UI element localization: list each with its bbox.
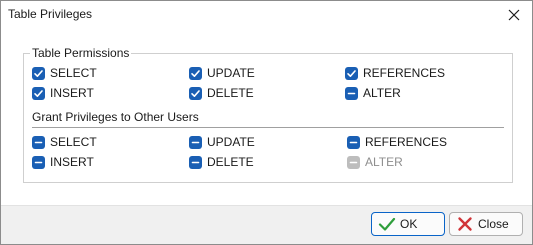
close-label: Close xyxy=(478,217,509,231)
checkmark-icon xyxy=(378,215,396,233)
grant-alter-checkbox: ALTER xyxy=(347,154,403,170)
grant-select-label: SELECT xyxy=(50,135,97,149)
checkbox-checked-icon xyxy=(189,86,202,100)
grant-insert-checkbox[interactable]: INSERT xyxy=(32,154,94,170)
grant-delete-label: DELETE xyxy=(207,155,254,169)
grant-update-label: UPDATE xyxy=(207,135,255,149)
ok-label: OK xyxy=(400,217,418,231)
grant-privileges-title: Grant Privileges to Other Users xyxy=(30,110,201,124)
grant-references-label: REFERENCES xyxy=(365,135,448,149)
perm-delete-label: DELETE xyxy=(207,86,254,100)
perm-references-label: REFERENCES xyxy=(363,66,446,80)
table-privileges-dialog: Table Privileges Table Permissions SELEC… xyxy=(0,0,533,245)
grant-insert-label: INSERT xyxy=(50,155,94,169)
grant-references-checkbox[interactable]: REFERENCES xyxy=(347,134,447,150)
perm-update-label: UPDATE xyxy=(207,66,255,80)
table-permissions-title: Table Permissions xyxy=(30,46,132,60)
dialog-footer: OK Close xyxy=(1,205,532,244)
perm-alter-checkbox[interactable]: ALTER xyxy=(345,85,401,101)
checkbox-checked-icon xyxy=(32,86,45,100)
title-bar: Table Privileges xyxy=(1,1,532,31)
close-window-icon[interactable] xyxy=(504,5,524,25)
grant-update-checkbox[interactable]: UPDATE xyxy=(189,134,255,150)
perm-insert-label: INSERT xyxy=(50,86,94,100)
permissions-group: Table Permissions SELECT UPDATE REFERENC… xyxy=(23,46,513,183)
checkbox-disabled-indeterminate-icon xyxy=(347,155,360,169)
checkbox-indeterminate-icon xyxy=(189,155,202,169)
red-x-icon xyxy=(456,215,474,233)
grant-delete-checkbox[interactable]: DELETE xyxy=(189,154,254,170)
checkbox-indeterminate-icon xyxy=(347,135,360,149)
perm-select-checkbox[interactable]: SELECT xyxy=(32,65,97,81)
perm-select-label: SELECT xyxy=(50,66,97,80)
perm-update-checkbox[interactable]: UPDATE xyxy=(189,65,255,81)
checkbox-checked-icon xyxy=(32,66,45,80)
checkbox-indeterminate-icon xyxy=(32,135,45,149)
perm-insert-checkbox[interactable]: INSERT xyxy=(32,85,94,101)
perm-alter-label: ALTER xyxy=(363,86,401,100)
checkbox-checked-icon xyxy=(345,66,358,80)
grant-select-checkbox[interactable]: SELECT xyxy=(32,134,97,150)
window-title: Table Privileges xyxy=(8,7,93,21)
dialog-body: Table Permissions SELECT UPDATE REFERENC… xyxy=(1,31,532,206)
perm-references-checkbox[interactable]: REFERENCES xyxy=(345,65,445,81)
perm-delete-checkbox[interactable]: DELETE xyxy=(189,85,254,101)
checkbox-indeterminate-icon xyxy=(32,155,45,169)
close-button[interactable]: Close xyxy=(449,212,523,236)
section-divider xyxy=(32,127,504,128)
grant-alter-label: ALTER xyxy=(365,155,403,169)
checkbox-indeterminate-icon xyxy=(189,135,202,149)
checkbox-checked-icon xyxy=(189,66,202,80)
ok-button[interactable]: OK xyxy=(371,212,445,236)
checkbox-indeterminate-icon xyxy=(345,86,358,100)
